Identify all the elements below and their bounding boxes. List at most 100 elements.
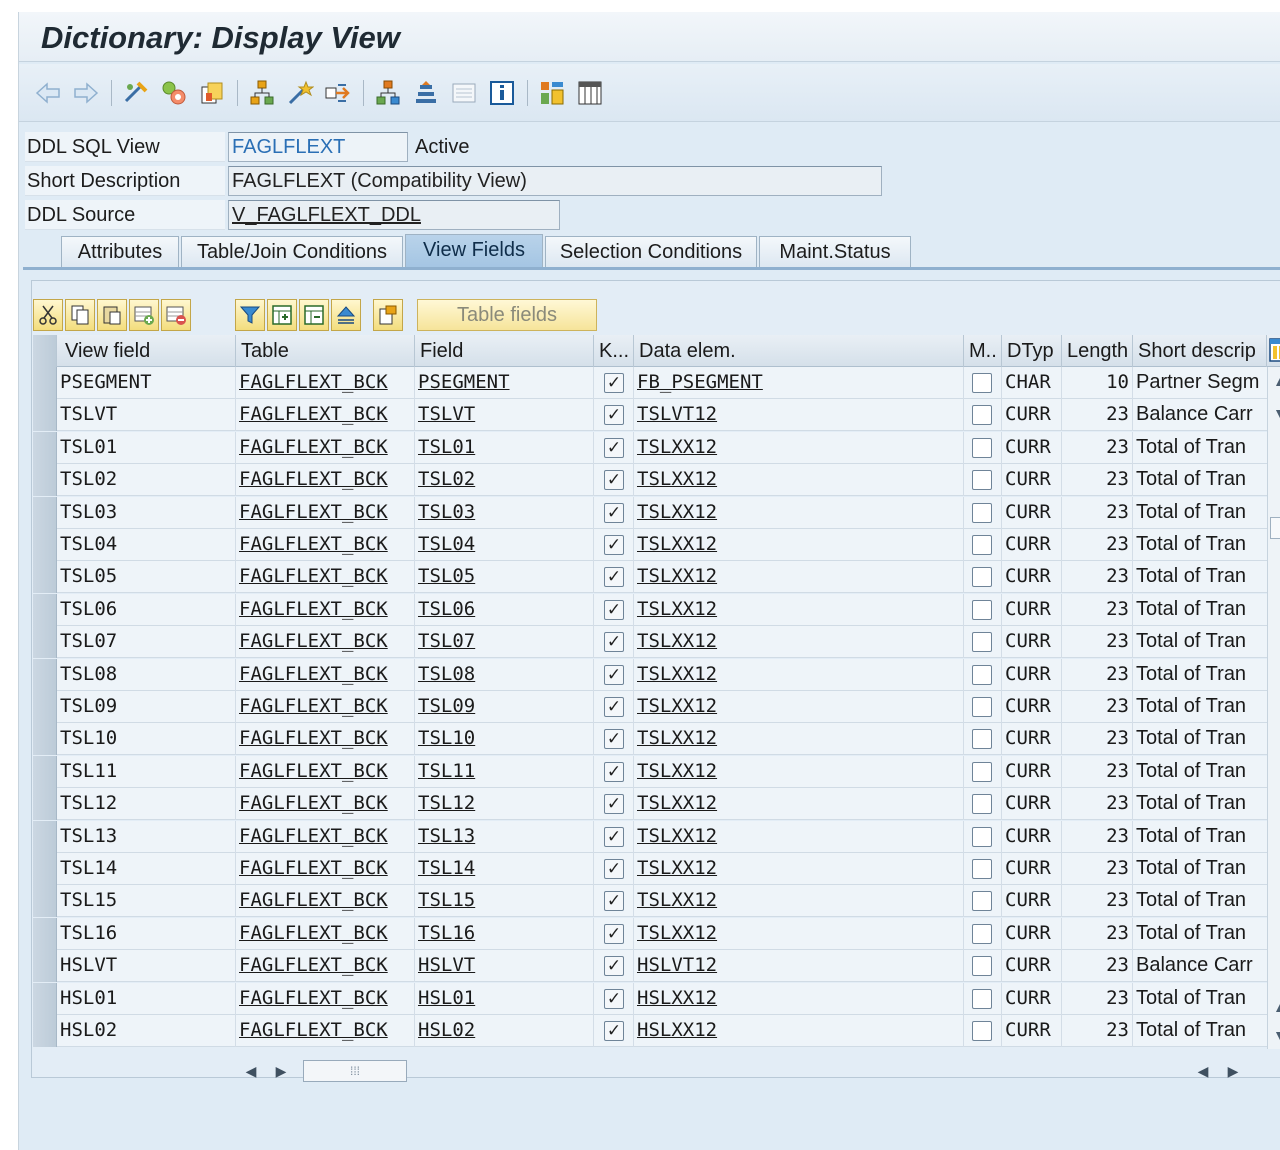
cell-field[interactable]: HSL02 xyxy=(415,1015,594,1047)
table-row[interactable]: TSL14 FAGLFLEXT_BCK TSL14 ✓ TSLXX12 CURR 23 Tot… xyxy=(33,853,1267,885)
table-row[interactable]: TSL09 FAGLFLEXT_BCK TSL09 ✓ TSLXX12 CURR 23 Tot… xyxy=(33,691,1267,723)
cell-view-field[interactable]: TSL03 xyxy=(57,496,236,529)
filter-icon[interactable] xyxy=(235,299,265,331)
active-inactive-icon[interactable] xyxy=(197,78,227,108)
ddl-sql-view-field[interactable]: FAGLFLEXT xyxy=(228,132,408,162)
cell-dtyp[interactable]: CURR xyxy=(1002,950,1062,983)
mod-checkbox[interactable] xyxy=(972,891,992,912)
cell-short-desc[interactable]: Balance Carr xyxy=(1133,399,1267,431)
cell-short-desc[interactable]: Total of Tran xyxy=(1133,853,1267,885)
cell-data-elem[interactable]: TSLXX12 xyxy=(634,561,964,594)
cell-dtyp[interactable]: CURR xyxy=(1002,561,1062,594)
search-help-icon[interactable] xyxy=(373,299,403,331)
cell-table[interactable]: FAGLFLEXT_BCK xyxy=(236,431,415,464)
row-selector[interactable] xyxy=(33,917,57,950)
table-row[interactable]: HSL02 FAGLFLEXT_BCK HSL02 ✓ HSLXX12 CURR 23 Tot… xyxy=(33,1015,1267,1047)
delete-row-icon[interactable] xyxy=(161,299,191,331)
cell-dtyp[interactable]: CURR xyxy=(1002,917,1062,950)
cell-dtyp[interactable]: CURR xyxy=(1002,982,1062,1015)
table-row[interactable]: TSL08 FAGLFLEXT_BCK TSL08 ✓ TSLXX12 CURR 23 Tot… xyxy=(33,658,1267,691)
table-row[interactable]: TSL13 FAGLFLEXT_BCK TSL13 ✓ TSLXX12 CURR 23 Tot… xyxy=(33,820,1267,853)
scroll-left-icon[interactable]: ◀ xyxy=(1191,1058,1215,1084)
key-checkbox[interactable]: ✓ xyxy=(604,599,624,620)
cell-data-elem[interactable]: TSLXX12 xyxy=(634,755,964,788)
row-selector[interactable] xyxy=(33,982,57,1015)
cell-field[interactable]: TSL11 xyxy=(415,755,594,788)
table-row[interactable]: TSL01 FAGLFLEXT_BCK TSL01 ✓ TSLXX12 CURR 23 Tot… xyxy=(33,431,1267,464)
row-selector[interactable] xyxy=(33,691,57,723)
col-header-view-field[interactable]: View field xyxy=(57,335,236,367)
cell-short-desc[interactable]: Total of Tran xyxy=(1133,885,1267,917)
row-selector[interactable] xyxy=(33,723,57,756)
cell-view-field[interactable]: TSL01 xyxy=(57,431,236,464)
row-selector[interactable] xyxy=(33,593,57,626)
cell-view-field[interactable]: TSL04 xyxy=(57,529,236,561)
row-selector[interactable] xyxy=(33,367,57,399)
mod-checkbox[interactable] xyxy=(972,437,992,458)
cell-data-elem[interactable]: FB_PSEGMENT xyxy=(634,367,964,399)
table-row[interactable]: TSL06 FAGLFLEXT_BCK TSL06 ✓ TSLXX12 CURR 23 Tot… xyxy=(33,593,1267,626)
cell-view-field[interactable]: TSL05 xyxy=(57,561,236,594)
horizontal-scrollbar-left[interactable]: ◀ ▶ ⁞⁞⁞ xyxy=(239,1058,409,1084)
cell-short-desc[interactable]: Partner Segm xyxy=(1133,367,1267,399)
cell-short-desc[interactable]: Total of Tran xyxy=(1133,788,1267,820)
cell-table[interactable]: FAGLFLEXT_BCK xyxy=(236,691,415,723)
cell-dtyp[interactable]: CURR xyxy=(1002,496,1062,529)
technical-settings-icon[interactable] xyxy=(449,78,479,108)
row-selector[interactable] xyxy=(33,431,57,464)
horizontal-scroll-thumb[interactable]: ⁞⁞⁞ xyxy=(303,1060,407,1082)
cell-field[interactable]: TSLVT xyxy=(415,399,594,432)
field-list-icon[interactable] xyxy=(575,78,605,108)
cell-view-field[interactable]: TSL14 xyxy=(57,853,236,885)
table-row[interactable]: TSL04 FAGLFLEXT_BCK TSL04 ✓ TSLXX12 CURR 23 Tot… xyxy=(33,529,1267,561)
row-selector[interactable] xyxy=(33,626,57,659)
cell-dtyp[interactable]: CURR xyxy=(1002,593,1062,626)
cell-table[interactable]: FAGLFLEXT_BCK xyxy=(236,593,415,626)
mod-checkbox[interactable] xyxy=(972,567,992,588)
cell-data-elem[interactable]: TSLXX12 xyxy=(634,691,964,723)
object-list-icon[interactable] xyxy=(285,78,315,108)
cell-view-field[interactable]: TSLVT xyxy=(57,399,236,432)
cell-field[interactable]: TSL01 xyxy=(415,431,594,464)
cell-length[interactable]: 23 xyxy=(1062,788,1133,821)
column-config-icon[interactable] xyxy=(1269,337,1280,365)
key-checkbox[interactable]: ✓ xyxy=(604,1021,624,1041)
table-row[interactable]: TSL16 FAGLFLEXT_BCK TSL16 ✓ TSLXX12 CURR 23 Tot… xyxy=(33,917,1267,950)
cell-field[interactable]: TSL02 xyxy=(415,464,594,497)
table-row[interactable]: HSLVT FAGLFLEXT_BCK HSLVT ✓ HSLVT12 CURR 23 Bal… xyxy=(33,950,1267,983)
where-used-icon[interactable] xyxy=(247,78,277,108)
table-row[interactable]: TSL02 FAGLFLEXT_BCK TSL02 ✓ TSLXX12 CURR 23 Tot… xyxy=(33,464,1267,497)
cell-length[interactable]: 23 xyxy=(1062,982,1133,1015)
mod-checkbox[interactable] xyxy=(972,988,992,1009)
mod-checkbox[interactable] xyxy=(972,923,992,944)
cell-field[interactable]: TSL14 xyxy=(415,853,594,885)
cell-dtyp[interactable]: CURR xyxy=(1002,626,1062,659)
key-checkbox[interactable]: ✓ xyxy=(604,535,624,555)
row-selector[interactable] xyxy=(33,1015,57,1047)
cell-field[interactable]: TSL13 xyxy=(415,820,594,853)
table-row[interactable]: TSL03 FAGLFLEXT_BCK TSL03 ✓ TSLXX12 CURR 23 Tot… xyxy=(33,496,1267,529)
cell-table[interactable]: FAGLFLEXT_BCK xyxy=(236,723,415,756)
mod-checkbox[interactable] xyxy=(972,502,992,523)
scroll-right-icon[interactable]: ▶ xyxy=(269,1058,293,1084)
table-row[interactable]: TSL05 FAGLFLEXT_BCK TSL05 ✓ TSLXX12 CURR 23 Tot… xyxy=(33,561,1267,594)
row-selector[interactable] xyxy=(33,529,57,561)
key-checkbox[interactable]: ✓ xyxy=(604,923,624,944)
cell-table[interactable]: FAGLFLEXT_BCK xyxy=(236,788,415,821)
cell-length[interactable]: 23 xyxy=(1062,950,1133,983)
col-header-field[interactable]: Field xyxy=(415,335,594,367)
cell-table[interactable]: FAGLFLEXT_BCK xyxy=(236,561,415,594)
cell-view-field[interactable]: TSL07 xyxy=(57,626,236,659)
cell-field[interactable]: TSL08 xyxy=(415,658,594,691)
row-selector[interactable] xyxy=(33,399,57,432)
cell-length[interactable]: 23 xyxy=(1062,431,1133,464)
cell-length[interactable]: 23 xyxy=(1062,496,1133,529)
table-row[interactable]: TSL11 FAGLFLEXT_BCK TSL11 ✓ TSLXX12 CURR 23 Tot… xyxy=(33,755,1267,788)
mod-checkbox[interactable] xyxy=(972,632,992,653)
horizontal-scrollbar-right[interactable]: ◀ ▶ xyxy=(1191,1058,1251,1084)
documentation-icon[interactable] xyxy=(487,78,517,108)
cell-table[interactable]: FAGLFLEXT_BCK xyxy=(236,399,415,432)
cell-short-desc[interactable]: Total of Tran xyxy=(1133,497,1267,529)
row-selector[interactable] xyxy=(33,853,57,885)
col-header-short-desc[interactable]: Short descrip xyxy=(1133,335,1267,367)
